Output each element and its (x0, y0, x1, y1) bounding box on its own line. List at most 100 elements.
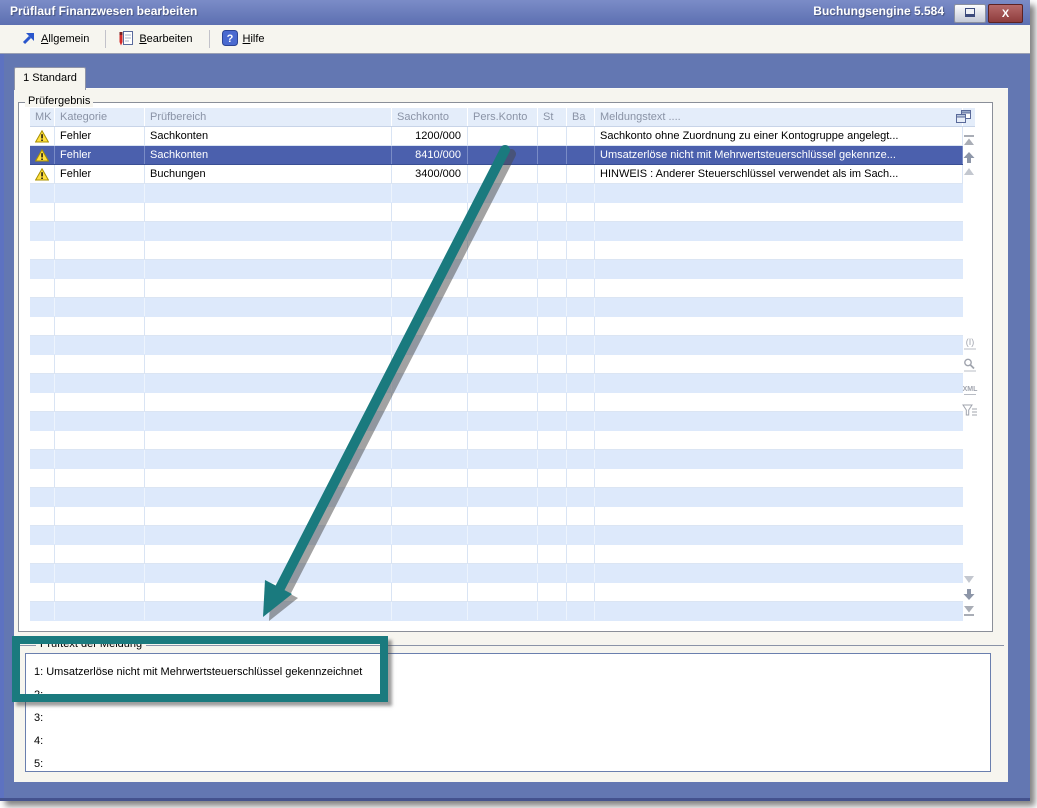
table-cell (468, 393, 538, 411)
table-cell (538, 279, 567, 297)
table-cell (538, 431, 567, 449)
table-cell (468, 203, 538, 221)
column-header[interactable]: Sachkonto (392, 108, 468, 126)
table-cell (392, 241, 468, 259)
table-cell (538, 298, 567, 316)
table-cell (55, 488, 145, 506)
table-empty-row (30, 393, 963, 412)
table-cell (538, 127, 567, 145)
table-cell (55, 583, 145, 601)
brackets-icon[interactable]: (I) (962, 336, 978, 352)
table-cell (567, 583, 595, 601)
table-cell (567, 279, 595, 297)
table-row[interactable]: FehlerBuchungen3400/000HINWEIS : Anderer… (30, 165, 963, 184)
close-button[interactable]: X (988, 4, 1023, 23)
table-cell (55, 336, 145, 354)
table-cell (392, 393, 468, 411)
app-version: Buchungsengine 5.584 (813, 4, 944, 18)
table-cell (392, 602, 468, 620)
table-cell: 3400/000 (392, 165, 468, 183)
toolbar-button-allgemein[interactable]: Allgemein (16, 28, 97, 51)
table-empty-row (30, 526, 963, 545)
screenshot: Prüflauf Finanzwesen bearbeiten Buchungs… (0, 0, 1037, 808)
restore-button[interactable] (954, 4, 986, 23)
table-cell (55, 564, 145, 582)
table-cell (538, 488, 567, 506)
table-cell (30, 374, 55, 392)
table-row[interactable]: FehlerSachkonten8410/000Umsatzerlöse nic… (30, 146, 963, 165)
table-cell (55, 279, 145, 297)
table-empty-row (30, 298, 963, 317)
table-cell (468, 583, 538, 601)
window-bottom-edge (0, 798, 1030, 801)
scroll-up-icon[interactable] (962, 165, 978, 181)
table-cell (468, 602, 538, 620)
table-cell (567, 526, 595, 544)
toolbar-separator (209, 30, 210, 48)
table-cell (538, 146, 567, 164)
window-title: Prüflauf Finanzwesen bearbeiten (10, 4, 197, 18)
scroll-down-icon[interactable] (962, 573, 978, 589)
toolbar-button-bearbeiten[interactable]: Bearbeiten (114, 28, 200, 51)
table-cell (145, 298, 392, 316)
column-header[interactable]: MK (30, 108, 55, 126)
table-cell (145, 450, 392, 468)
table-cell (567, 545, 595, 563)
table-cell (538, 507, 567, 525)
table-cell (468, 507, 538, 525)
table-cell (392, 222, 468, 240)
table-row[interactable]: FehlerSachkonten1200/000Sachkonto ohne Z… (30, 127, 963, 146)
table-cell (392, 412, 468, 430)
table-cell (538, 412, 567, 430)
restore-icon (955, 8, 985, 17)
tab-standard[interactable]: 1 Standard (14, 67, 86, 90)
table-empty-row (30, 374, 963, 393)
table-cell (30, 355, 55, 373)
filter-icon[interactable] (962, 403, 978, 419)
column-header[interactable]: St (538, 108, 567, 126)
table-cell (55, 450, 145, 468)
table-cell (567, 393, 595, 411)
column-header[interactable]: Prüfbereich (145, 108, 392, 126)
toolbar-button-hilfe[interactable]: ?Hilfe (218, 28, 273, 51)
column-header[interactable]: Ba (567, 108, 595, 126)
table-cell (55, 374, 145, 392)
scroll-to-bottom-icon[interactable] (962, 604, 978, 620)
table-empty-row (30, 260, 963, 279)
search-icon[interactable] (962, 357, 978, 373)
table-cell (30, 241, 55, 259)
toolbar-button-label: Allgemein (41, 33, 89, 45)
table-empty-row (30, 507, 963, 526)
table-cell (30, 260, 55, 278)
column-header[interactable]: Meldungstext .... (595, 108, 963, 126)
table-cell (468, 260, 538, 278)
table-cell (392, 279, 468, 297)
table-cell (145, 241, 392, 259)
table-empty-row (30, 203, 963, 222)
scroll-to-top-icon[interactable] (962, 134, 978, 150)
table-cell (567, 203, 595, 221)
table-cell: Sachkonten (145, 146, 392, 164)
table-cell (392, 564, 468, 582)
table-empty-row (30, 431, 963, 450)
table-cell (30, 336, 55, 354)
table-cell (468, 374, 538, 392)
column-header[interactable]: Kategorie (55, 108, 145, 126)
table-cell (567, 374, 595, 392)
table-cell: Fehler (55, 165, 145, 183)
column-header[interactable]: Pers.Konto (468, 108, 538, 126)
table-empty-row (30, 184, 963, 203)
table-cell (55, 602, 145, 620)
table-cell (567, 507, 595, 525)
table-cell (468, 317, 538, 335)
table-cell (538, 355, 567, 373)
table-cell (392, 469, 468, 487)
table-cell (145, 431, 392, 449)
table-cell (538, 564, 567, 582)
table-header-row[interactable]: MKKategoriePrüfbereichSachkontoPers.Kont… (30, 108, 975, 127)
table-cell (30, 564, 55, 582)
close-icon: X (989, 7, 1022, 19)
move-down-icon[interactable] (962, 588, 978, 604)
xml-icon[interactable]: XML (962, 382, 978, 398)
table-cell (145, 602, 392, 620)
